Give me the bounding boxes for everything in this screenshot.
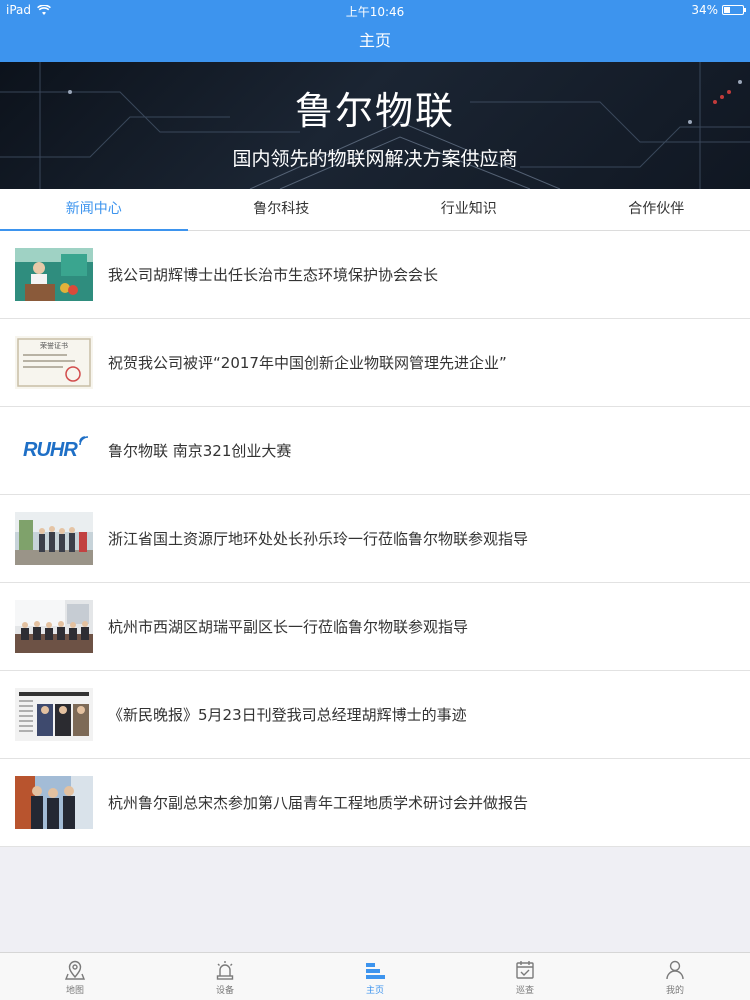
tab-label: 合作伙伴 (628, 201, 685, 217)
category-tabs: 新闻中心 鲁尔科技 行业知识 合作伙伴 (0, 189, 750, 231)
tab-label: 鲁尔科技 (253, 201, 310, 217)
nav-bar: 主页 (0, 20, 750, 62)
people-photo-icon (15, 776, 93, 829)
status-right: 34% (691, 3, 746, 17)
user-icon (666, 960, 684, 980)
tab-industry-knowledge[interactable]: 行业知识 (375, 189, 563, 230)
page-title: 主页 (358, 31, 391, 50)
news-item[interactable]: 杭州市西湖区胡瑞平副区长一行莅临鲁尔物联参观指导 (0, 583, 750, 671)
hero-banner[interactable]: 鲁尔物联 国内领先的物联网解决方案供应商 (0, 62, 750, 189)
tabbar-item-home[interactable]: 主页 (300, 953, 450, 1000)
news-list: 我公司胡辉博士出任长治市生态环境保护协会会长 荣誉证书 祝贺我公司被评“2017… (0, 231, 750, 847)
ruhr-logo-text: RUHR (23, 439, 78, 461)
bottom-tab-bar: 地图 设备 主页 巡查 我的 (0, 952, 750, 1000)
news-item[interactable]: 我公司胡辉博士出任长治市生态环境保护协会会长 (0, 231, 750, 319)
signal-icon (79, 436, 89, 446)
certificate-icon: 荣誉证书 (15, 336, 93, 389)
group-photo-icon (15, 512, 93, 565)
clock: 上午10:46 (345, 5, 405, 19)
tabbar-label: 地图 (65, 986, 84, 996)
tab-label: 新闻中心 (65, 201, 122, 217)
news-item[interactable]: 浙江省国土资源厅地环处处长孙乐玲一行莅临鲁尔物联参观指导 (0, 495, 750, 583)
newspaper-icon (15, 688, 93, 741)
battery-icon (722, 5, 746, 15)
map-pin-icon (64, 960, 86, 980)
news-item[interactable]: RUHR 鲁尔物联 南京321创业大赛 (0, 407, 750, 495)
tabbar-label: 设备 (215, 986, 234, 996)
banner-subtitle: 国内领先的物联网解决方案供应商 (232, 148, 518, 170)
tabbar-item-inspection[interactable]: 巡查 (450, 953, 600, 1000)
news-title: 祝贺我公司被评“2017年中国创新企业物联网管理先进企业” (108, 354, 507, 372)
status-bar: iPad 上午10:46 34% (0, 0, 750, 20)
tab-ruhr-tech[interactable]: 鲁尔科技 (188, 189, 376, 230)
ruhr-logo: RUHR (15, 424, 93, 477)
tabbar-label: 主页 (365, 986, 384, 996)
meeting-photo-icon (15, 600, 93, 653)
news-title: 杭州鲁尔副总宋杰参加第八届青年工程地质学术研讨会并做报告 (108, 794, 529, 812)
alarm-light-icon (216, 961, 234, 980)
tabbar-item-map[interactable]: 地图 (0, 953, 150, 1000)
tabbar-label: 巡查 (515, 986, 534, 996)
tabbar-item-me[interactable]: 我的 (600, 953, 750, 1000)
news-title: 鲁尔物联 南京321创业大赛 (108, 442, 292, 460)
tabbar-label: 我的 (665, 986, 684, 996)
news-title: 《新民晚报》5月23日刊登我司总经理胡辉博士的事迹 (108, 706, 467, 724)
news-item[interactable]: 杭州鲁尔副总宋杰参加第八届青年工程地质学术研讨会并做报告 (0, 759, 750, 847)
news-title: 浙江省国土资源厅地环处处长孙乐玲一行莅临鲁尔物联参观指导 (108, 530, 529, 548)
home-bars-icon (366, 963, 385, 979)
banner-title: 鲁尔物联 (294, 89, 455, 133)
tabbar-item-devices[interactable]: 设备 (150, 953, 300, 1000)
certificate-caption: 荣誉证书 (40, 342, 68, 350)
speech-photo-icon (15, 248, 93, 301)
news-item[interactable]: 《新民晚报》5月23日刊登我司总经理胡辉博士的事迹 (0, 671, 750, 759)
battery-percent: 34% (691, 3, 718, 17)
tab-news-center[interactable]: 新闻中心 (0, 189, 188, 231)
tab-partners[interactable]: 合作伙伴 (563, 189, 750, 230)
tab-label: 行业知识 (440, 201, 497, 217)
news-title: 杭州市西湖区胡瑞平副区长一行莅临鲁尔物联参观指导 (108, 618, 469, 636)
news-item[interactable]: 荣誉证书 祝贺我公司被评“2017年中国创新企业物联网管理先进企业” (0, 319, 750, 407)
calendar-check-icon (516, 961, 534, 979)
news-title: 我公司胡辉博士出任长治市生态环境保护协会会长 (108, 266, 439, 284)
